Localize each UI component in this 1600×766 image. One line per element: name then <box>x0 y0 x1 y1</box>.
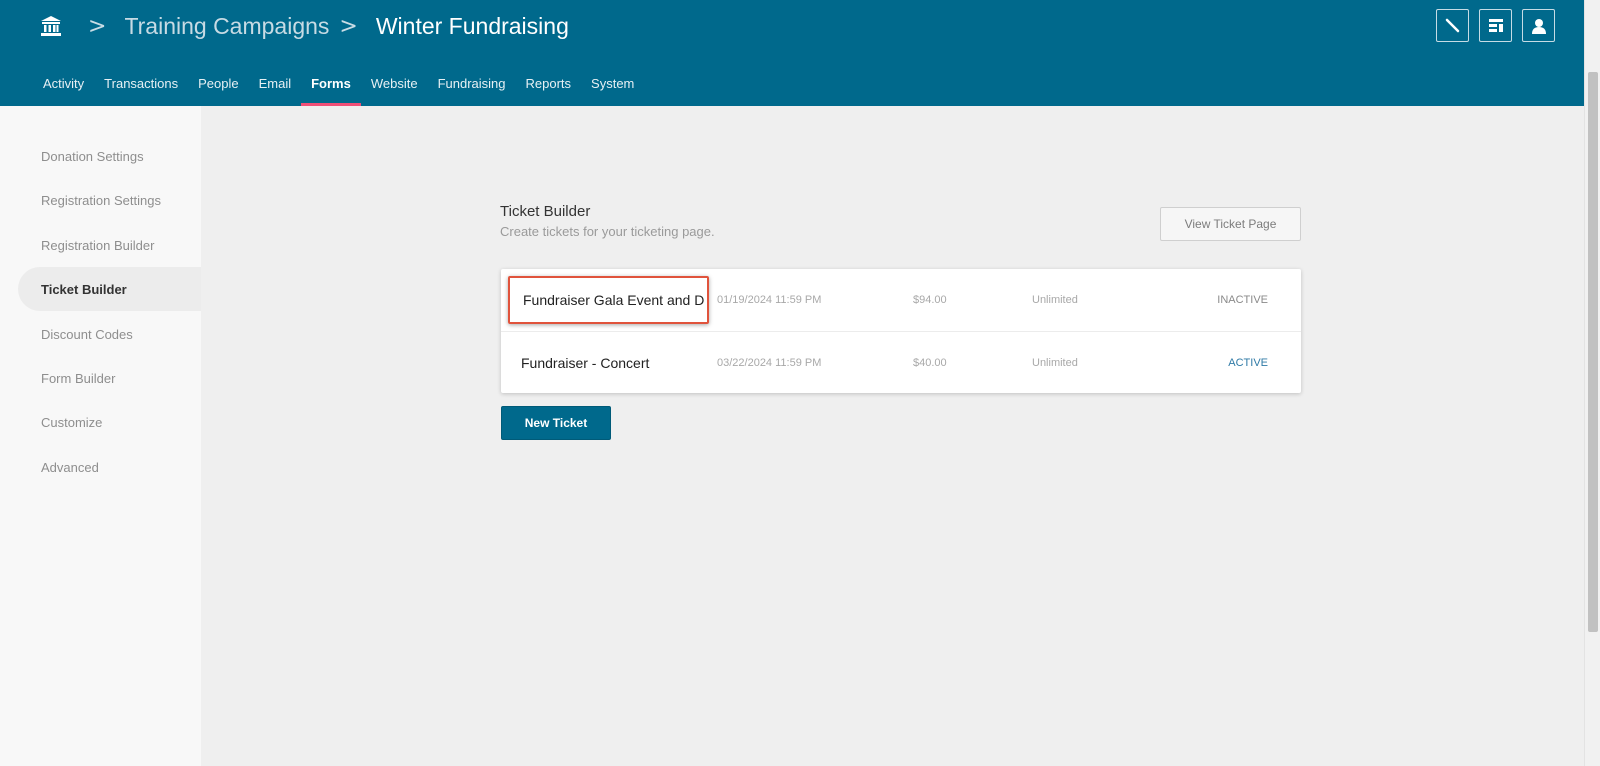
ticket-name[interactable]: Fundraiser - Concert <box>521 332 691 394</box>
nav-system[interactable]: System <box>581 66 644 106</box>
nav-transactions[interactable]: Transactions <box>94 66 188 106</box>
top-actions <box>1436 9 1555 42</box>
ticket-status: INACTIVE <box>1217 294 1268 306</box>
nav-people[interactable]: People <box>188 66 248 106</box>
sidebar-item-registration-builder[interactable]: Registration Builder <box>18 223 201 267</box>
sidebar: Donation Settings Registration Settings … <box>0 106 201 766</box>
user-icon[interactable] <box>1522 9 1555 42</box>
breadcrumb-separator: > <box>339 13 358 39</box>
ticket-list: Fundraiser Gala Event and D 01/19/2024 1… <box>501 269 1301 393</box>
sidebar-item-registration-settings[interactable]: Registration Settings <box>18 178 201 222</box>
breadcrumb: > Training Campaigns > Winter Fundraisin… <box>40 8 569 44</box>
breadcrumb-training-campaigns[interactable]: Training Campaigns <box>124 13 329 40</box>
ticket-date: 01/19/2024 11:59 PM <box>717 294 822 306</box>
layout-icon[interactable] <box>1479 9 1512 42</box>
breadcrumb-separator: > <box>88 13 107 39</box>
ticket-row[interactable]: Fundraiser - Concert 03/22/2024 11:59 PM… <box>501 331 1301 393</box>
nav-activity[interactable]: Activity <box>33 66 94 106</box>
nav-forms[interactable]: Forms <box>301 66 361 106</box>
ticket-status: ACTIVE <box>1228 357 1268 369</box>
sidebar-item-donation-settings[interactable]: Donation Settings <box>18 134 201 178</box>
sidebar-item-form-builder[interactable]: Form Builder <box>18 356 201 400</box>
ticket-row[interactable]: Fundraiser Gala Event and D 01/19/2024 1… <box>501 269 1301 331</box>
nav-fundraising[interactable]: Fundraising <box>428 66 516 106</box>
view-ticket-page-button[interactable]: View Ticket Page <box>1160 207 1301 241</box>
institution-icon[interactable] <box>40 15 62 37</box>
ticket-quantity: Unlimited <box>1032 357 1078 369</box>
sidebar-item-customize[interactable]: Customize <box>18 400 201 444</box>
scrollbar[interactable] <box>1584 0 1600 766</box>
main-nav: Activity Transactions People Email Forms… <box>33 66 644 106</box>
nav-email[interactable]: Email <box>249 66 302 106</box>
ticket-price: $94.00 <box>913 294 947 306</box>
page-title: Ticket Builder <box>500 203 591 220</box>
nav-website[interactable]: Website <box>361 66 428 106</box>
ticket-name[interactable]: Fundraiser Gala Event and D <box>508 276 709 324</box>
new-ticket-button[interactable]: New Ticket <box>501 406 611 440</box>
breadcrumb-winter-fundraising: Winter Fundraising <box>375 12 569 39</box>
ticket-date: 03/22/2024 11:59 PM <box>717 357 822 369</box>
ticket-price: $40.00 <box>913 357 947 369</box>
app-header: > Training Campaigns > Winter Fundraisin… <box>0 0 1600 106</box>
sidebar-item-discount-codes[interactable]: Discount Codes <box>18 312 201 356</box>
ticket-quantity: Unlimited <box>1032 294 1078 306</box>
sidebar-item-ticket-builder[interactable]: Ticket Builder <box>18 267 201 311</box>
scrollbar-thumb[interactable] <box>1588 72 1598 632</box>
sidebar-item-advanced[interactable]: Advanced <box>18 445 201 489</box>
page-subtitle: Create tickets for your ticketing page. <box>500 224 715 239</box>
nav-reports[interactable]: Reports <box>516 66 582 106</box>
brush-icon[interactable] <box>1436 9 1469 42</box>
